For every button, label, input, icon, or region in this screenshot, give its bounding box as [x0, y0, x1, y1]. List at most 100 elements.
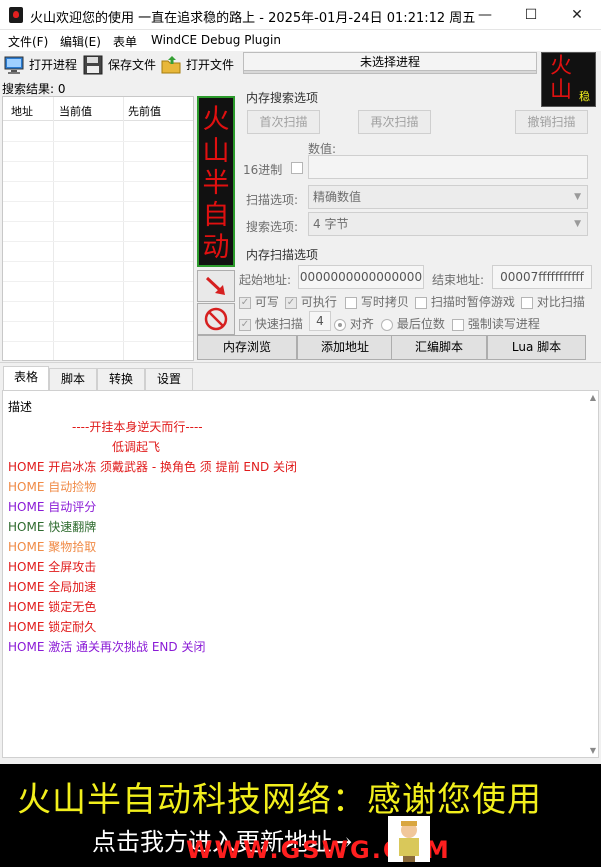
lua-script-button[interactable]: Lua 脚本 [487, 335, 586, 360]
open-process-button[interactable]: 打开进程 [3, 51, 77, 78]
tab-convert[interactable]: 转换 [97, 368, 145, 390]
table-row[interactable]: ----开挂本身逆天而行---- [72, 418, 203, 435]
minimize-button[interactable]: — [462, 0, 508, 30]
pause-game-checkbox[interactable] [415, 296, 427, 309]
align-option[interactable]: 对齐 [334, 315, 374, 332]
table-header-description: 描述 [8, 400, 33, 414]
start-address-input[interactable]: 0000000000000000 [298, 265, 424, 289]
fast-scan-checkbox[interactable] [239, 318, 251, 331]
red-arrow-icon [205, 276, 225, 295]
tab-table[interactable]: 表格 [3, 366, 49, 391]
compare-scan-option[interactable]: 对比扫描 [521, 293, 585, 310]
last-digits-option[interactable]: 最后位数 [381, 315, 445, 332]
table-row[interactable]: HOME 开启冰冻 须戴武器 - 换角色 须 提前 END 关闭 [8, 458, 297, 475]
row-divider [3, 241, 193, 242]
table-row[interactable]: HOME 全局加速 [8, 578, 96, 595]
copy-on-write-label: 写时拷贝 [360, 295, 409, 309]
table-row[interactable]: 低调起飞 [112, 438, 160, 455]
menu-file[interactable]: 文件(F) [8, 33, 48, 50]
add-address-button[interactable]: 添加地址 [297, 335, 393, 360]
fast-scan-option[interactable]: 快速扫描 [239, 315, 303, 332]
table-row[interactable]: HOME 激活 通关再次挑战 END 关闭 [8, 638, 205, 655]
row-divider [3, 281, 193, 282]
cartoon-avatar-icon [388, 816, 430, 862]
undo-scan-button[interactable]: 撤销扫描 [515, 110, 588, 134]
table-row[interactable]: HOME 自动评分 [8, 498, 96, 515]
scan-progress-bar [243, 70, 537, 74]
menu-bar: 文件(F) 编辑(E) 表单 WindCE Debug Plugin [0, 30, 601, 51]
memory-scan-group-title: 内存扫描选项 [246, 248, 319, 262]
column-current-value[interactable]: 当前值 [59, 103, 92, 119]
row-divider [3, 321, 193, 322]
table-row[interactable]: HOME 聚物拾取 [8, 538, 96, 555]
pause-game-option[interactable]: 扫描时暂停游戏 [415, 293, 515, 310]
open-file-button[interactable]: 打开文件 [160, 51, 234, 78]
last-digits-radio[interactable] [381, 318, 393, 331]
scroll-down-icon[interactable]: ▼ [590, 746, 596, 755]
menu-windce-debug-plugin[interactable]: WindCE Debug Plugin [151, 33, 281, 47]
value-input[interactable] [308, 155, 588, 179]
banner-headline: 火山半自动科技网络：感谢您使用 [17, 780, 542, 820]
close-button[interactable]: ✕ [554, 0, 600, 30]
end-address-input[interactable]: 00007fffffffffff [492, 265, 592, 289]
table-row[interactable]: HOME 快速翻牌 [8, 518, 96, 535]
table-row[interactable]: HOME 锁定无色 [8, 598, 96, 615]
results-list[interactable]: 地址 当前值 先前值 [2, 96, 194, 361]
table-row[interactable]: HOME 锁定耐久 [8, 618, 96, 635]
chevron-down-icon: ▼ [574, 219, 581, 229]
copy-on-write-option[interactable]: 写时拷贝 [345, 293, 409, 310]
scan-option-value: 精确数值 [313, 190, 362, 204]
tab-script[interactable]: 脚本 [49, 368, 97, 390]
window-title: 火山欢迎您的使用 一直在追求稳的路上 - 2025年-01月-24日 01:21… [30, 11, 476, 26]
menu-edit[interactable]: 编辑(E) [60, 33, 101, 50]
save-file-button[interactable]: 保存文件 [82, 51, 156, 78]
hex-label: 16进制 [243, 163, 283, 177]
writable-label: 可写 [254, 295, 279, 309]
floppy-disk-icon [83, 55, 103, 74]
row-divider [3, 341, 193, 342]
column-address[interactable]: 地址 [11, 103, 33, 119]
tab-settings[interactable]: 设置 [145, 368, 193, 390]
force-rw-option[interactable]: 强制读写进程 [452, 315, 540, 332]
save-file-label: 保存文件 [108, 58, 157, 72]
maximize-button[interactable]: ☐ [508, 0, 554, 30]
cheat-table[interactable]: 描述 ----开挂本身逆天而行---- 低调起飞 HOME 开启冰冻 须戴武器 … [2, 390, 599, 758]
executable-checkbox[interactable] [285, 296, 297, 309]
assemble-script-button[interactable]: 汇编脚本 [391, 335, 487, 360]
first-scan-button[interactable]: 首次扫描 [247, 110, 320, 134]
menu-form[interactable]: 表单 [113, 33, 137, 50]
search-results-count: 搜索结果: 0 [2, 82, 66, 96]
next-scan-button[interactable]: 再次扫描 [358, 110, 431, 134]
force-rw-checkbox[interactable] [452, 318, 464, 331]
force-rw-label: 强制读写进程 [467, 317, 540, 331]
hex-checkbox[interactable] [291, 162, 303, 174]
column-previous-value[interactable]: 先前值 [128, 103, 161, 119]
fast-scan-label: 快速扫描 [254, 317, 303, 331]
open-folder-icon [161, 55, 181, 73]
row-divider [3, 261, 193, 262]
table-row[interactable]: HOME 全屏攻击 [8, 558, 96, 575]
table-row[interactable]: HOME 自动捡物 [8, 478, 96, 495]
align-label: 对齐 [349, 317, 374, 331]
start-address-label: 起始地址: [239, 273, 292, 287]
align-radio[interactable] [334, 318, 346, 331]
writable-checkbox[interactable] [239, 296, 251, 309]
fast-scan-value-input[interactable]: 4 [309, 311, 331, 331]
clear-results-button[interactable] [197, 303, 235, 335]
search-option-select[interactable]: 4 字节 ▼ [308, 212, 588, 236]
memory-view-button[interactable]: 内存浏览 [197, 335, 297, 360]
writable-option[interactable]: 可写 [239, 293, 279, 310]
computer-icon [4, 56, 24, 74]
scroll-up-icon[interactable]: ▲ [590, 393, 596, 402]
splitter[interactable] [0, 362, 601, 365]
search-option-label: 搜索选项: [246, 220, 299, 234]
pointer-arrow-button[interactable] [197, 270, 235, 302]
copy-on-write-checkbox[interactable] [345, 296, 357, 309]
scan-option-select[interactable]: 精确数值 ▼ [308, 185, 588, 209]
promo-banner[interactable]: 火山半自动科技网络：感谢您使用 点击我方进入更新地址→ WWW.GSWG.COM [0, 764, 601, 867]
executable-label: 可执行 [300, 295, 337, 309]
compare-scan-checkbox[interactable] [521, 296, 533, 309]
executable-option[interactable]: 可执行 [285, 293, 337, 310]
logo-sub: 稳 [579, 90, 590, 103]
end-address-label: 结束地址: [432, 273, 485, 287]
